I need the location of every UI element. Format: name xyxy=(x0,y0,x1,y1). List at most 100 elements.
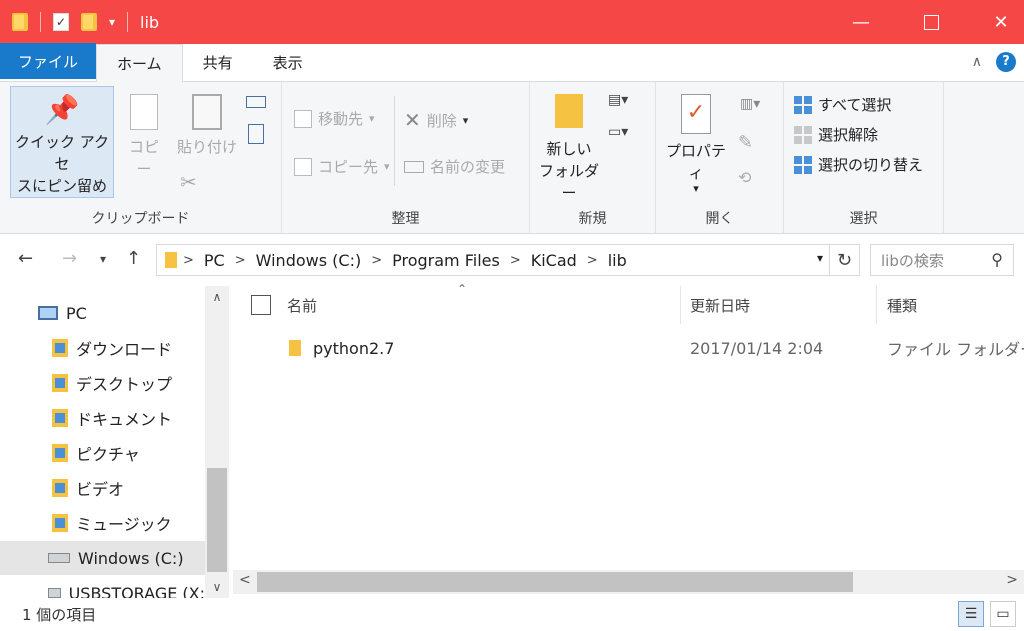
scroll-left-chevron-icon[interactable]: < xyxy=(239,572,251,588)
select-all-checkbox-header[interactable] xyxy=(251,286,271,324)
scroll-up-chevron-icon[interactable]: ∧ xyxy=(205,290,229,304)
breadcrumb-program-files[interactable]: Program Files xyxy=(392,251,500,270)
nav-item-downloads[interactable]: ダウンロード xyxy=(0,331,205,365)
downloads-folder-icon xyxy=(52,339,68,357)
column-divider[interactable] xyxy=(680,286,681,324)
nav-item-desktop[interactable]: デスクトップ xyxy=(0,366,205,400)
breadcrumb-windows-c[interactable]: Windows (C:) xyxy=(256,251,362,270)
maximize-icon xyxy=(923,14,939,30)
ribbon-tabs: ファイル ホーム 共有 表示 ∧ ? xyxy=(0,43,1024,82)
folder-icon xyxy=(555,94,583,128)
up-arrow-icon[interactable]: ↑ xyxy=(126,248,141,269)
close-button[interactable]: ✕ xyxy=(978,0,1024,44)
window-title: lib xyxy=(140,12,160,32)
nav-item-videos[interactable]: ビデオ xyxy=(0,471,205,505)
file-type: ファイル フォルダー xyxy=(887,340,1024,359)
nav-item-usbstorage[interactable]: USBSTORAGE (X: xyxy=(0,576,205,598)
open-group: ✓ プロパティ ▾ ▥▾ ✎ ⟲ 開く xyxy=(656,82,784,234)
divider xyxy=(40,12,41,32)
breadcrumb-separator-icon[interactable]: > xyxy=(371,253,382,268)
tab-home[interactable]: ホーム xyxy=(96,44,183,82)
properties-check-icon[interactable]: ✓ xyxy=(53,13,69,31)
breadcrumb-lib[interactable]: lib xyxy=(608,251,627,270)
copy-path-icon[interactable] xyxy=(246,96,266,108)
select-all-button[interactable]: すべて選択 xyxy=(794,94,891,115)
select-none-button[interactable]: 選択解除 xyxy=(794,124,878,145)
divider xyxy=(127,12,129,32)
nav-item-pc[interactable]: PC xyxy=(0,296,205,330)
scrollbar-thumb[interactable] xyxy=(257,572,853,592)
help-icon[interactable]: ? xyxy=(996,52,1016,72)
new-group: 新しい フォルダー ▤▾ ▭▾ 新規 xyxy=(530,82,656,234)
properties-dropdown-chevron-icon: ▾ xyxy=(693,182,699,195)
scrollbar-thumb[interactable] xyxy=(207,468,227,572)
maximize-button[interactable] xyxy=(908,0,954,44)
copy-button[interactable]: コピー xyxy=(122,94,166,180)
invert-selection-button[interactable]: 選択の切り替え xyxy=(794,154,923,175)
column-header-modified[interactable]: 更新日時 xyxy=(690,286,750,324)
file-row[interactable]: python2.7 2017/01/14 2:04 ファイル フォルダー xyxy=(233,334,1024,362)
forward-arrow-icon[interactable]: → xyxy=(62,248,77,269)
history-icon[interactable]: ⟲ xyxy=(738,168,751,187)
tab-view[interactable]: 表示 xyxy=(253,44,323,81)
tab-file[interactable]: ファイル xyxy=(0,43,97,79)
nav-item-windows-c[interactable]: Windows (C:) xyxy=(0,541,205,575)
delete-button[interactable]: ✕ 削除 ▾ xyxy=(404,108,468,132)
copy-to-button[interactable]: コピー先 ▾ xyxy=(294,156,390,177)
breadcrumb-separator-icon[interactable]: > xyxy=(510,253,521,268)
breadcrumb-separator-icon[interactable]: > xyxy=(235,253,246,268)
paste-shortcut-icon[interactable] xyxy=(248,124,264,144)
copy-icon xyxy=(130,94,158,130)
open-group-label: 開く xyxy=(705,211,734,227)
select-group-label: 選択 xyxy=(849,211,878,227)
ribbon: 📌 クイック アクセ スにピン留め コピー 貼り付け ✂ クリップボード 移動先… xyxy=(0,82,1024,234)
checkbox[interactable] xyxy=(251,295,271,315)
nav-item-documents[interactable]: ドキュメント xyxy=(0,401,205,435)
new-folder-button[interactable]: 新しい フォルダー xyxy=(534,94,604,204)
new-item-icon[interactable]: ▤▾ xyxy=(608,92,628,108)
new-folder-icon[interactable] xyxy=(81,13,97,31)
breadcrumb-pc[interactable]: PC xyxy=(204,251,225,270)
collapse-ribbon-chevron-icon[interactable]: ∧ xyxy=(972,54,982,70)
nav-scrollbar[interactable]: ∧ ∨ xyxy=(205,286,229,598)
nav-item-pictures[interactable]: ピクチャ xyxy=(0,436,205,470)
properties-button[interactable]: ✓ プロパティ ▾ xyxy=(660,94,732,194)
back-arrow-icon[interactable]: ← xyxy=(18,248,33,269)
videos-folder-icon xyxy=(52,479,68,497)
address-bar[interactable]: > PC > Windows (C:) > Program Files > Ki… xyxy=(156,244,830,276)
easy-access-icon[interactable]: ▭▾ xyxy=(608,124,628,140)
horizontal-scrollbar[interactable]: < > xyxy=(233,570,1024,594)
minimize-button[interactable]: — xyxy=(838,0,884,44)
refresh-button[interactable]: ↻ xyxy=(830,244,860,276)
clipboard-group: 📌 クイック アクセ スにピン留め コピー 貼り付け ✂ クリップボード xyxy=(0,82,282,234)
file-modified: 2017/01/14 2:04 xyxy=(690,338,824,358)
edit-icon[interactable]: ✎ xyxy=(738,132,753,153)
address-row: ← → ▾ ↑ > PC > Windows (C:) > Program Fi… xyxy=(0,234,1024,286)
search-icon: ⚲ xyxy=(991,250,1003,269)
tab-share[interactable]: 共有 xyxy=(183,44,253,81)
large-icons-view-button[interactable]: ▭ xyxy=(990,601,1016,627)
breadcrumb-kicad[interactable]: KiCad xyxy=(531,251,577,270)
scroll-right-chevron-icon[interactable]: > xyxy=(1006,572,1018,588)
folder-icon[interactable] xyxy=(12,13,28,31)
paste-button[interactable]: 貼り付け xyxy=(176,94,238,158)
cut-icon[interactable]: ✂ xyxy=(180,170,197,194)
nav-item-music[interactable]: ミュージック xyxy=(0,506,205,540)
recent-locations-chevron-icon[interactable]: ▾ xyxy=(100,252,106,266)
column-header-type[interactable]: 種類 xyxy=(887,286,917,324)
customize-toolbar-chevron-icon[interactable]: ▾ xyxy=(109,15,115,29)
refresh-icon: ↻ xyxy=(836,249,853,271)
address-history-chevron-icon[interactable]: ▾ xyxy=(817,251,823,265)
breadcrumb-separator-icon[interactable]: > xyxy=(183,253,194,268)
details-view-button[interactable]: ☰ xyxy=(958,601,984,627)
column-header-name[interactable]: 名前 xyxy=(287,286,317,324)
folder-icon xyxy=(165,252,177,268)
search-input[interactable]: libの検索 ⚲ xyxy=(870,244,1014,276)
breadcrumb-separator-icon[interactable]: > xyxy=(587,253,598,268)
open-icon[interactable]: ▥▾ xyxy=(740,96,760,112)
move-to-button[interactable]: 移動先 ▾ xyxy=(294,108,375,129)
column-divider[interactable] xyxy=(876,286,877,324)
scroll-down-chevron-icon[interactable]: ∨ xyxy=(205,580,229,594)
pin-to-quick-access-button[interactable]: 📌 クイック アクセ スにピン留め xyxy=(10,86,114,198)
rename-button[interactable]: 名前の変更 xyxy=(404,156,505,177)
